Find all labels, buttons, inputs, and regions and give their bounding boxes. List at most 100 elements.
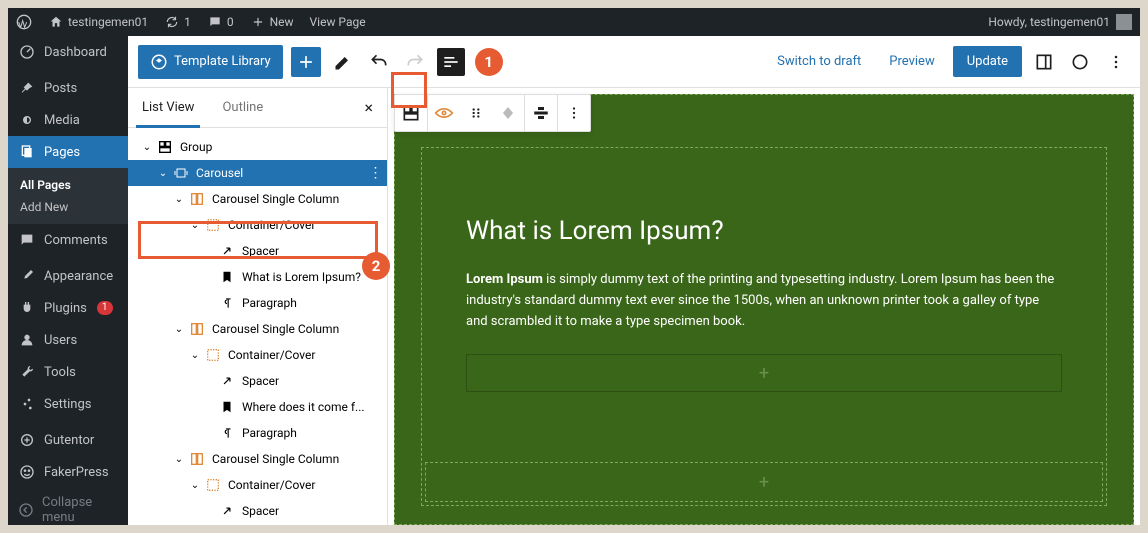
sidebar-settings[interactable]: Settings (8, 388, 128, 420)
sidebar-all-pages[interactable]: All Pages (8, 174, 128, 196)
sidebar-plugins[interactable]: Plugins1 (8, 292, 128, 324)
tree-cc3[interactable]: ⌄Container/Cover (128, 472, 387, 498)
tree-spacer2[interactable]: Spacer (128, 368, 387, 394)
chevron-down-icon: ⌄ (170, 454, 188, 465)
site-name[interactable]: testingemen01 (40, 8, 156, 36)
tree-para2[interactable]: Paragraph (128, 420, 387, 446)
editor-canvas[interactable]: What is Lorem Ipsum? Lorem Ipsum is simp… (388, 88, 1140, 525)
pages-icon (18, 143, 36, 161)
plugin-badge: 1 (97, 301, 113, 315)
preview-button[interactable]: Preview (879, 48, 944, 75)
bookmark-icon (218, 398, 236, 416)
heading-block[interactable]: What is Lorem Ipsum? (466, 216, 1062, 246)
wrench-icon (18, 363, 36, 381)
redo-button[interactable] (401, 48, 429, 76)
tree-carousel[interactable]: ⌄Carousel⋮ (128, 160, 387, 186)
tree-cc2[interactable]: ⌄Container/Cover (128, 342, 387, 368)
undo-button[interactable] (365, 48, 393, 76)
collapse-icon (18, 501, 34, 519)
paragraph-icon (218, 294, 236, 312)
tab-outline[interactable]: Outline (208, 88, 277, 127)
carousel-icon (172, 164, 190, 182)
chevron-down-icon: ⌄ (154, 168, 172, 179)
column-icon (188, 320, 206, 338)
add-block-placeholder-2[interactable]: + (425, 462, 1103, 502)
view-page[interactable]: View Page (302, 8, 374, 36)
close-list-panel[interactable]: × (350, 98, 387, 117)
add-block-button[interactable] (291, 47, 321, 77)
sidebar-pages[interactable]: Pages (8, 136, 128, 168)
comment-icon (207, 14, 223, 30)
bookmark-icon (218, 268, 236, 286)
carousel-block[interactable]: What is Lorem Ipsum? Lorem Ipsum is simp… (394, 94, 1134, 525)
block-toolbar (394, 94, 591, 132)
align-icon[interactable] (525, 95, 557, 131)
sidebar-appearance[interactable]: Appearance (8, 260, 128, 292)
chevron-down-icon: ⌄ (186, 480, 204, 491)
more-options[interactable] (1102, 48, 1130, 76)
tree-group[interactable]: ⌄Group (128, 134, 387, 160)
tree-spacer3[interactable]: Spacer (128, 498, 387, 524)
block-type-icon[interactable] (395, 95, 427, 131)
admin-bar: testingemen01 1 0 New View Page Howdy, t… (8, 8, 1140, 36)
edit-tool[interactable] (329, 48, 357, 76)
visibility-icon[interactable] (428, 95, 460, 131)
sidebar-comments[interactable]: Comments (8, 224, 128, 256)
tree-csc3[interactable]: ⌄Carousel Single Column (128, 446, 387, 472)
tree-cc1[interactable]: ⌄Container/Cover (128, 212, 387, 238)
sidebar-media[interactable]: Media (8, 104, 128, 136)
sidebar-gutentor[interactable]: Gutentor (8, 424, 128, 456)
tab-list-view[interactable]: List View (128, 88, 208, 127)
tree-para1[interactable]: Paragraph (128, 290, 387, 316)
tree-heading2[interactable]: Where does it come f... (128, 394, 387, 420)
fakerpress-icon (18, 463, 36, 481)
spacer-icon (218, 372, 236, 390)
callout-1: 1 (475, 48, 503, 76)
drag-handle-icon[interactable] (460, 95, 492, 131)
plug-icon (18, 299, 36, 317)
block-more[interactable] (558, 95, 590, 131)
sidebar-fakerpress[interactable]: FakerPress (8, 456, 128, 488)
tree-spacer1[interactable]: Spacer (128, 238, 387, 264)
column-icon (188, 450, 206, 468)
callout-2: 2 (362, 252, 390, 280)
add-block-placeholder[interactable]: + (466, 354, 1062, 392)
avatar (1116, 14, 1132, 30)
gutentor-settings[interactable] (1066, 48, 1094, 76)
tree-csc1[interactable]: ⌄Carousel Single Column (128, 186, 387, 212)
pin-icon (18, 79, 36, 97)
comments[interactable]: 0 (199, 8, 242, 36)
sidebar-add-new[interactable]: Add New (8, 196, 128, 218)
refresh-icon (164, 14, 180, 30)
column-icon (188, 190, 206, 208)
howdy[interactable]: Howdy, testingemen01 (988, 14, 1140, 30)
paragraph-block[interactable]: Lorem Ipsum is simply dummy text of the … (466, 270, 1062, 332)
template-library-button[interactable]: Template Library (138, 45, 283, 79)
sidebar-posts[interactable]: Posts (8, 72, 128, 104)
new-content[interactable]: New (242, 8, 302, 36)
paragraph-icon (218, 424, 236, 442)
sidebar-dashboard[interactable]: Dashboard (8, 36, 128, 68)
gutentor-logo-icon (150, 53, 168, 71)
tree-csc2[interactable]: ⌄Carousel Single Column (128, 316, 387, 342)
update-button[interactable]: Update (953, 46, 1022, 77)
list-view-toggle[interactable] (437, 48, 465, 76)
move-arrows[interactable] (492, 95, 524, 131)
dashboard-icon (18, 43, 36, 61)
wp-logo[interactable] (8, 8, 40, 36)
comment-icon (18, 231, 36, 249)
tree-heading1[interactable]: What is Lorem Ipsum? (128, 264, 387, 290)
switch-to-draft[interactable]: Switch to draft (767, 48, 871, 75)
settings-panel-toggle[interactable] (1030, 48, 1058, 76)
sidebar-tools[interactable]: Tools (8, 356, 128, 388)
list-view-panel: List View Outline × ⌄Group ⌄Carousel⋮ ⌄C… (128, 88, 388, 525)
carousel-column[interactable]: What is Lorem Ipsum? Lorem Ipsum is simp… (421, 147, 1107, 506)
updates[interactable]: 1 (156, 8, 199, 36)
sidebar-collapse[interactable]: Collapse menu (8, 488, 128, 525)
container-icon (204, 476, 222, 494)
more-icon[interactable]: ⋮ (363, 165, 387, 181)
sidebar-users[interactable]: Users (8, 324, 128, 356)
editor: Template Library 1 Switch to draft Previ… (128, 36, 1140, 525)
gutentor-icon (18, 431, 36, 449)
container-icon (204, 346, 222, 364)
